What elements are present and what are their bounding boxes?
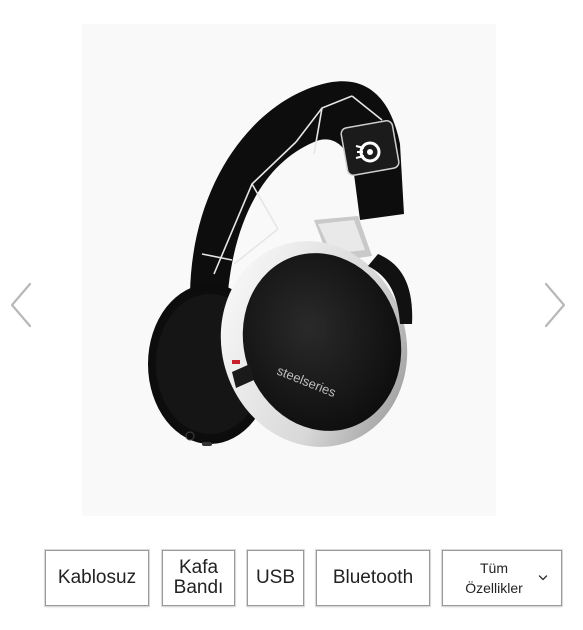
feature-chip-wireless[interactable]: Kablosuz — [45, 550, 149, 606]
headset-illustration: steelseries — [148, 81, 413, 447]
next-image-button[interactable] — [540, 280, 570, 330]
feature-chip-usb[interactable]: USB — [247, 550, 304, 606]
all-features-label: Tüm Özellikler — [465, 560, 523, 596]
feature-chip-label: Kafa Bandı — [173, 557, 224, 598]
chevron-left-icon — [10, 282, 32, 328]
product-page: steelseries Kablosuz Kafa Bandı USB Blue… — [0, 0, 583, 630]
all-features-button[interactable]: Tüm Özellikler — [442, 550, 562, 606]
chevron-down-icon — [538, 574, 548, 582]
feature-chip-bluetooth[interactable]: Bluetooth — [316, 550, 430, 606]
feature-chips: Kablosuz Kafa Bandı USB Bluetooth Tüm Öz… — [0, 550, 583, 608]
chevron-right-icon — [544, 282, 566, 328]
feature-chip-label: USB — [255, 567, 296, 588]
product-gallery: steelseries — [0, 0, 583, 530]
feature-chip-label: Bluetooth — [332, 567, 414, 588]
previous-image-button[interactable] — [6, 280, 36, 330]
feature-chip-label: Kablosuz — [57, 567, 137, 588]
product-image: steelseries — [82, 24, 496, 516]
feature-chip-headband[interactable]: Kafa Bandı — [162, 550, 235, 606]
